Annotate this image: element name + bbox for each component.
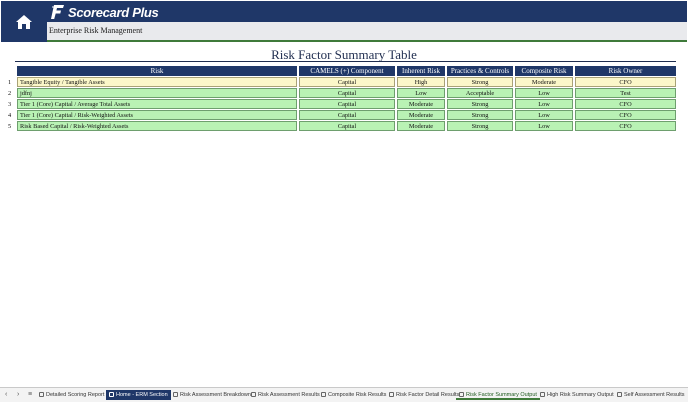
sheet-tab-label: High Risk Summary Output (547, 392, 614, 398)
risk-name-cell[interactable]: Tangible Equity / Tangible Assets (17, 77, 297, 87)
sheet-tab-icon (459, 392, 464, 397)
column-header-practices-controls[interactable]: Practices & Controls (447, 66, 513, 76)
sheet-tab[interactable]: Risk Factor Detail Results (386, 390, 462, 400)
sheet-tab-label: Self Assessment Results (624, 392, 685, 398)
composite-risk-cell[interactable]: Low (515, 121, 573, 131)
sheet-tab-icon (389, 392, 394, 397)
sheet-tab[interactable]: Self Assessment Results (614, 390, 688, 400)
risk-owner-cell[interactable]: CFO (575, 99, 676, 109)
composite-risk-cell[interactable]: Moderate (515, 77, 573, 87)
camels-component-cell[interactable]: Capital (299, 88, 395, 98)
risk-owner-cell[interactable]: CFO (575, 121, 676, 131)
risk-owner-cell[interactable]: CFO (575, 77, 676, 87)
home-icon (16, 14, 32, 29)
sheet-tab[interactable]: Risk Assessment Results (248, 390, 323, 400)
row-number-header (6, 66, 15, 76)
prev-sheet-button[interactable]: ‹ (5, 391, 7, 398)
table-row: 1 Tangible Equity / Tangible Assets Capita… (6, 77, 676, 87)
column-header-composite-risk[interactable]: Composite Risk (515, 66, 573, 76)
sheet-tab-icon (617, 392, 622, 397)
inherent-risk-cell[interactable]: Moderate (397, 110, 445, 120)
camels-component-cell[interactable]: Capital (299, 121, 395, 131)
next-sheet-button[interactable]: › (17, 391, 19, 398)
sheet-tab[interactable]: Risk Assessment Breakdown (170, 390, 254, 400)
sheet-tab-icon (540, 392, 545, 397)
table-row: 4 Tier 1 (Core) Capital / Risk-Weighted A… (6, 110, 676, 120)
home-button[interactable] (1, 1, 47, 42)
inherent-risk-cell[interactable]: Low (397, 88, 445, 98)
inherent-risk-cell[interactable]: Moderate (397, 99, 445, 109)
camels-component-cell[interactable]: Capital (299, 99, 395, 109)
sheet-tab-label: Risk Assessment Results (258, 392, 320, 398)
sheet-tab-label: Risk Factor Summary Output (466, 392, 537, 398)
table-row: 2 jdfnj Capital Low Acceptable Low Test (6, 88, 676, 98)
inherent-risk-cell[interactable]: Moderate (397, 121, 445, 131)
row-number: 5 (8, 122, 12, 130)
composite-risk-cell[interactable]: Low (515, 99, 573, 109)
sheet-tab-icon (109, 392, 114, 397)
composite-risk-cell[interactable]: Low (515, 110, 573, 120)
sheet-tab-icon (39, 392, 44, 397)
camels-component-cell[interactable]: Capital (299, 110, 395, 120)
sheet-tab-icon (321, 392, 326, 397)
risk-owner-cell[interactable]: Test (575, 88, 676, 98)
sheet-tab[interactable]: Risk Factor Summary Output (456, 390, 540, 400)
risk-summary-table: Risk CAMELS (+) Component Inherent Risk … (4, 65, 678, 132)
row-number: 2 (8, 89, 12, 97)
camels-component-cell[interactable]: Capital (299, 77, 395, 87)
sheet-tab[interactable]: Home - ERM Section (106, 390, 171, 400)
table-header-row: Risk CAMELS (+) Component Inherent Risk … (6, 66, 676, 76)
sheet-tab-label: Risk Factor Detail Results (396, 392, 460, 398)
app-header: Scorecard Plus (47, 1, 687, 22)
risk-owner-cell[interactable]: CFO (575, 110, 676, 120)
risk-name-cell[interactable]: Risk Based Capital / Risk-Weighted Asset… (17, 121, 297, 131)
column-header-camels[interactable]: CAMELS (+) Component (299, 66, 395, 76)
column-header-inherent-risk[interactable]: Inherent Risk (397, 66, 445, 76)
row-number: 4 (8, 111, 12, 119)
composite-risk-cell[interactable]: Low (515, 88, 573, 98)
sheet-tab[interactable]: Composite Risk Results (318, 390, 389, 400)
sheet-tab-bar: ‹ › ≡ Detailed Scoring Report Home - ERM … (0, 387, 688, 402)
row-number: 1 (8, 78, 12, 86)
risk-name-cell[interactable]: Tier 1 (Core) Capital / Risk-Weighted As… (17, 110, 297, 120)
column-header-risk[interactable]: Risk (17, 66, 297, 76)
all-sheets-menu-button[interactable]: ≡ (28, 391, 32, 398)
section-title: Enterprise Risk Management (49, 26, 143, 35)
sheet-tab-icon (173, 392, 178, 397)
app-logo[interactable]: Scorecard Plus (51, 3, 159, 21)
section-bar: Enterprise Risk Management (47, 22, 687, 42)
sheet-tab[interactable]: High Risk Summary Output (537, 390, 617, 400)
column-header-risk-owner[interactable]: Risk Owner (575, 66, 676, 76)
sheet-tab-label: Home - ERM Section (116, 392, 168, 398)
row-number: 3 (8, 100, 12, 108)
inherent-risk-cell[interactable]: High (397, 77, 445, 87)
practices-controls-cell[interactable]: Acceptable (447, 88, 513, 98)
table-row: 5 Risk Based Capital / Risk-Weighted Asse… (6, 121, 676, 131)
sheet-tab[interactable]: Detailed Scoring Report (36, 390, 107, 400)
risk-name-cell[interactable]: jdfnj (17, 88, 297, 98)
practices-controls-cell[interactable]: Strong (447, 121, 513, 131)
practices-controls-cell[interactable]: Strong (447, 110, 513, 120)
sheet-tab-label: Detailed Scoring Report (46, 392, 105, 398)
practices-controls-cell[interactable]: Strong (447, 99, 513, 109)
title-underline (15, 61, 676, 62)
scorecard-logo-icon (51, 5, 64, 19)
sheet-tab-label: Composite Risk Results (328, 392, 387, 398)
risk-name-cell[interactable]: Tier 1 (Core) Capital / Average Total As… (17, 99, 297, 109)
sheet-tab-icon (251, 392, 256, 397)
table-row: 3 Tier 1 (Core) Capital / Average Total A… (6, 99, 676, 109)
logo-text: Scorecard Plus (68, 4, 159, 20)
practices-controls-cell[interactable]: Strong (447, 77, 513, 87)
sheet-tab-label: Risk Assessment Breakdown (180, 392, 251, 398)
